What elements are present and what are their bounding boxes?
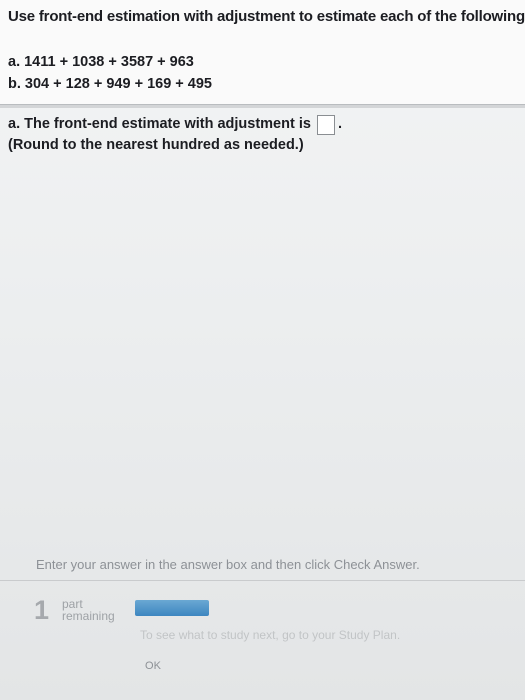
footer-divider [0, 580, 525, 581]
problem-b: b. 304 + 128 + 949 + 169 + 495 [8, 76, 212, 92]
parts-label-line-2: remaining [62, 609, 115, 623]
study-plan-text: To see what to study next, go to your St… [140, 628, 401, 642]
parts-remaining-label: part remaining [62, 598, 115, 622]
answer-input-box[interactable] [316, 114, 335, 135]
question-header: Use front-end estimation with adjustment… [0, 0, 525, 105]
answer-area: a. The front-end estimate with adjustmen… [8, 114, 342, 156]
divider [0, 105, 525, 108]
instruction-text: Enter your answer in the answer box and … [36, 557, 420, 572]
progress-fill [135, 600, 209, 616]
answer-row: a. The front-end estimate with adjustmen… [8, 114, 342, 135]
answer-period: . [337, 116, 342, 132]
screen: Use front-end estimation with adjustment… [0, 0, 525, 700]
rounding-note: (Round to the nearest hundred as needed.… [8, 137, 304, 153]
answer-prompt: a. The front-end estimate with adjustmen… [8, 116, 311, 132]
parts-remaining-count: 1 [34, 595, 50, 625]
progress-bar [135, 600, 209, 616]
problem-a: a. 1411 + 1038 + 3587 + 963 [8, 54, 194, 70]
ok-button[interactable]: OK [138, 656, 168, 676]
question-title: Use front-end estimation with adjustment… [8, 8, 525, 25]
